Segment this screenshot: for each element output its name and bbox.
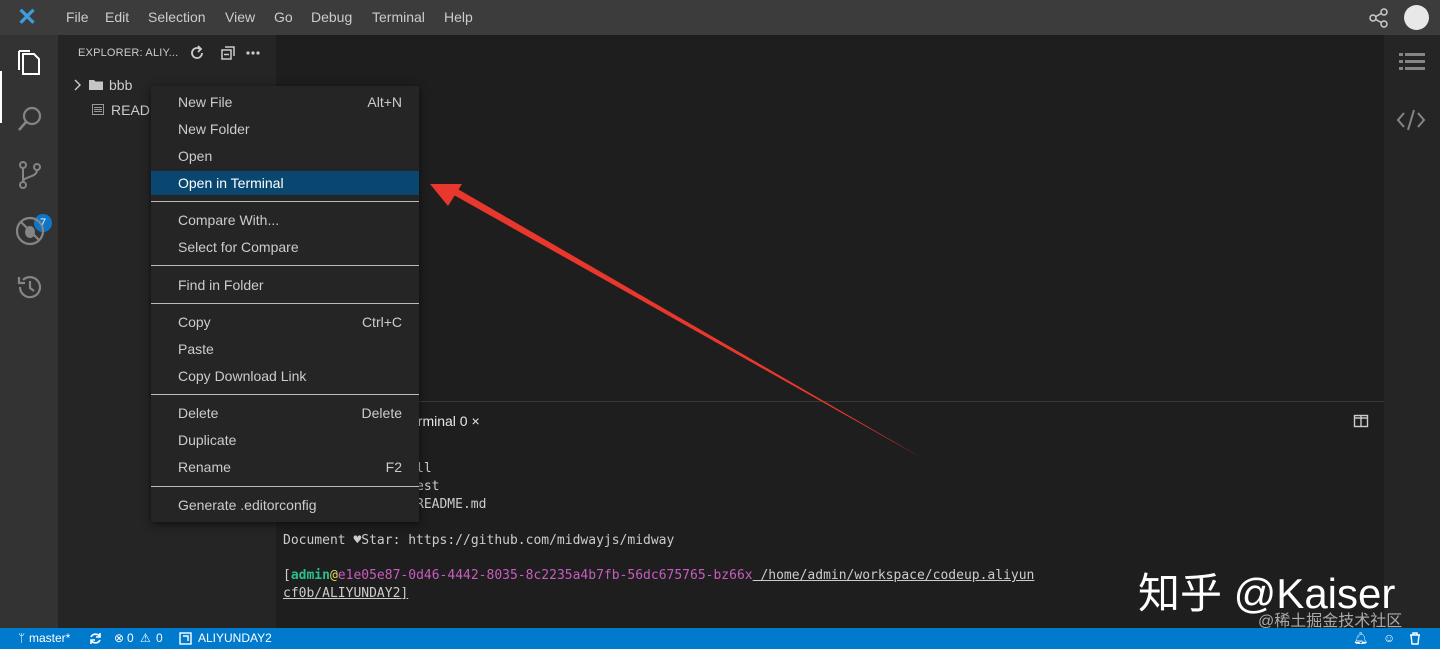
watermark-sub: @稀土掘金技术社区 (1258, 613, 1403, 630)
menu-item-label: Find in Folder (178, 277, 264, 293)
terminal-line: Document ♥Star: https://github.com/midwa… (283, 533, 675, 548)
menu-item-new-folder[interactable]: New Folder (151, 117, 419, 141)
menu-go[interactable]: Go (274, 9, 293, 25)
editor-area (276, 35, 1384, 401)
more-actions-icon[interactable] (244, 44, 262, 62)
source-control-icon[interactable] (14, 159, 46, 191)
prompt-user: admin (290, 568, 330, 583)
terminal-prompt: [admin@e1e05e87-0d46-4442-8035-8c2235a4b… (283, 568, 1034, 583)
tree-item-label: bbb (109, 77, 133, 93)
right-bar (1384, 35, 1440, 628)
menu-separator (151, 201, 419, 202)
menu-separator (151, 486, 419, 487)
context-menu: New File Alt+N New Folder Open Open in Te… (151, 86, 419, 522)
menu-item-new-file[interactable]: New File Alt+N (151, 90, 419, 114)
menu-selection[interactable]: Selection (148, 9, 206, 25)
search-icon[interactable] (14, 103, 46, 135)
split-terminal-icon[interactable] (1353, 413, 1369, 429)
menu-help[interactable]: Help (444, 9, 473, 25)
menu-item-shortcut: Ctrl+C (361, 314, 402, 330)
app-logo-icon: ✕ (16, 4, 38, 31)
prompt-bracket: [ (283, 568, 291, 583)
workspace-name[interactable]: ALIYUNDAY2 (198, 631, 272, 645)
menu-item-copy[interactable]: Copy Ctrl+C (151, 310, 419, 334)
code-icon[interactable] (1396, 107, 1426, 133)
sync-icon[interactable] (89, 632, 102, 645)
menu-item-duplicate[interactable]: Duplicate (151, 428, 419, 452)
menu-terminal[interactable]: Terminal (372, 9, 425, 25)
menu-item-label: Open (178, 148, 213, 164)
error-icon: ⊗ (114, 631, 125, 645)
menu-item-label: Generate .editorconfig (178, 497, 317, 513)
markdown-file-icon (92, 104, 104, 115)
menu-item-generate-editorconfig[interactable]: Generate .editorconfig (151, 493, 419, 517)
folder-icon (89, 80, 103, 90)
menu-item-label: Compare With... (178, 212, 280, 228)
status-bar: ᛘ master* ⊗ 0 ⚠ 0 ALIYUNDAY2 🔔︎ ☺ (0, 628, 1440, 649)
debug-icon[interactable] (14, 215, 46, 247)
menu-item-rename[interactable]: Rename F2 (151, 455, 419, 479)
activity-bar: 7 (0, 35, 58, 628)
menu-separator (151, 394, 419, 395)
share-icon[interactable] (1368, 7, 1390, 29)
menu-item-label: Select for Compare (178, 239, 299, 255)
tab-terminal[interactable]: erminal 0 × (410, 413, 480, 429)
menu-view[interactable]: View (225, 9, 255, 25)
title-bar: ✕ File Edit Selection View Go Debug Term… (0, 0, 1440, 35)
menu-item-label: New Folder (178, 121, 250, 137)
menu-item-shortcut: F2 (385, 459, 402, 475)
warning-icon: ⚠ (140, 631, 151, 645)
menu-item-label: Duplicate (178, 432, 237, 448)
trash-icon[interactable] (1409, 632, 1421, 645)
menu-item-shortcut: Alt+N (367, 94, 402, 110)
workspace-icon (179, 632, 192, 645)
warning-count[interactable]: 0 (156, 631, 163, 645)
menu-item-compare-with[interactable]: Compare With... (151, 208, 419, 232)
active-indicator (0, 71, 2, 123)
prompt-path: /home/admin/workspace/codeup.aliyun (752, 568, 1035, 583)
menu-item-label: New File (178, 94, 233, 110)
menu-item-find-in-folder[interactable]: Find in Folder (151, 273, 419, 297)
terminal-line: README.md (416, 497, 487, 512)
menu-item-copy-download-link[interactable]: Copy Download Link (151, 364, 419, 388)
menu-item-shortcut: Delete (361, 405, 402, 421)
collapse-all-icon[interactable] (219, 44, 237, 62)
prompt-at: @ (329, 568, 338, 583)
files-icon[interactable] (14, 47, 46, 79)
terminal-line: cf0b/ALIYUNDAY2] (283, 586, 409, 601)
prompt-host: e1e05e87-0d46-4442-8035-8c2235a4b7fb-56d… (337, 568, 753, 583)
menu-separator (151, 265, 419, 266)
feedback-icon[interactable]: ☺ (1383, 631, 1395, 645)
menu-file[interactable]: File (66, 9, 89, 25)
menu-item-label: Delete (178, 405, 219, 421)
avatar[interactable] (1404, 5, 1429, 30)
chevron-right-icon (74, 79, 81, 91)
menu-edit[interactable]: Edit (105, 9, 129, 25)
menu-item-label: Copy (178, 314, 211, 330)
menu-item-open[interactable]: Open (151, 144, 419, 168)
branch-status[interactable]: master* (29, 631, 70, 645)
menu-item-select-for-compare[interactable]: Select for Compare (151, 235, 419, 259)
menu-item-label: Rename (178, 459, 231, 475)
menu-item-label: Open in Terminal (178, 175, 284, 191)
menu-item-open-in-terminal[interactable]: Open in Terminal (151, 171, 419, 195)
terminal-line: est (416, 479, 440, 494)
outline-list-icon[interactable] (1398, 51, 1426, 73)
menu-item-paste[interactable]: Paste (151, 337, 419, 361)
branch-icon: ᛘ (18, 631, 26, 645)
refresh-icon[interactable] (188, 44, 206, 62)
menu-debug[interactable]: Debug (311, 9, 352, 25)
bell-icon[interactable]: 🔔︎ (1353, 631, 1368, 645)
menu-separator (151, 303, 419, 304)
explorer-title: EXPLORER: ALIY... (78, 47, 179, 59)
menu-item-delete[interactable]: Delete Delete (151, 401, 419, 425)
history-icon[interactable] (14, 271, 46, 303)
menu-item-label: Paste (178, 341, 214, 357)
menu-item-label: Copy Download Link (178, 368, 307, 384)
error-count[interactable]: 0 (127, 631, 134, 645)
